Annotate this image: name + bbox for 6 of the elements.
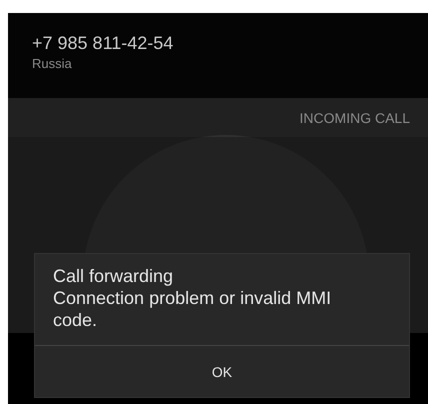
ok-button[interactable]: OK bbox=[35, 345, 409, 397]
caller-location: Russia bbox=[32, 56, 73, 71]
dialog-title: Call forwarding bbox=[53, 265, 174, 287]
call-state: INCOMING CALL bbox=[300, 110, 410, 126]
dialog-message: Connection problem or invalid MMI code. bbox=[53, 287, 332, 331]
caller-number: +7 985 811-42-54 bbox=[32, 33, 174, 54]
